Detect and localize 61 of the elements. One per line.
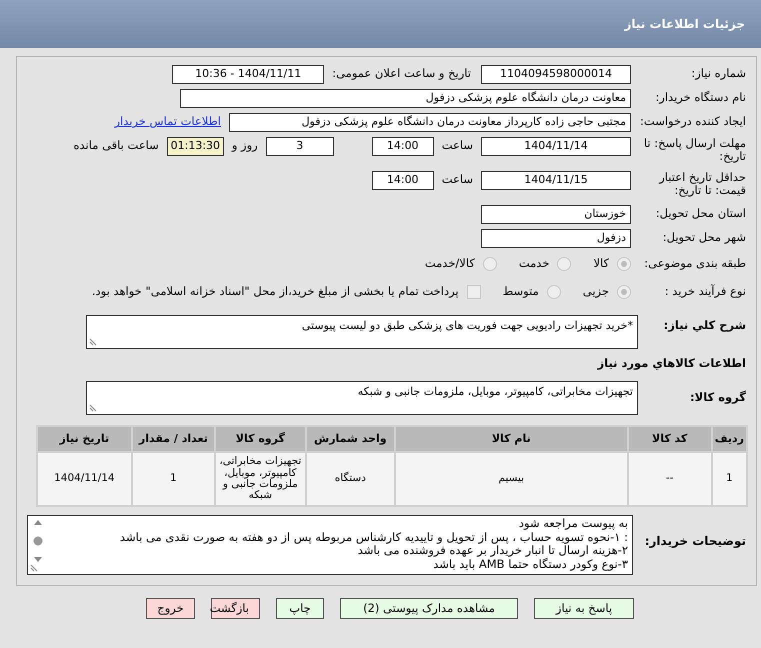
text-field[interactable]: دزفول [481, 228, 631, 248]
field-label: ساعت [442, 137, 473, 154]
time-field[interactable]: 14:00 [372, 171, 434, 190]
option-label: خدمت [518, 255, 550, 272]
field-label: ساعت باقی مانده [74, 137, 159, 154]
field-label: شرح کلي نياز: [662, 317, 746, 332]
notes-field[interactable]: به پیوست مراجعه شود : ۱-نحوه تسویه حساب ، پس از تحویل و تاییدیه کارشناس مربوطه پس از دو هفته به صورت نقدی می باشد ۲-هزینه ارسال تا انبار خریدار بر عهده فروشنده می باشد ۳-نوع وکودر دستگاه حتما AMB باید باشد [27, 515, 633, 575]
column-header: گروه کالا [216, 427, 305, 451]
table-cell: 1 [712, 453, 746, 505]
field-label: توضیحات خریدار: [644, 533, 746, 549]
column-header: ردیف [712, 427, 746, 451]
text-field[interactable]: 1404/11/11 - 10:36 [172, 64, 324, 84]
field-label: حداقل تاریخ اعتبار قیمت: تا تاریخ: [658, 171, 746, 198]
date-field[interactable]: 1404/11/15 [481, 171, 631, 190]
action-button[interactable]: مشاهده مدارک پیوستی (2) [340, 598, 518, 619]
field-label: نام دستگاه خریدار: [654, 91, 746, 105]
field-label: طبقه بندی موضوعی: [643, 257, 746, 271]
action-button[interactable]: خروج [146, 598, 195, 619]
column-header: کد کالا [628, 427, 711, 451]
column-header: تاریخ نیاز [38, 427, 131, 451]
field-label: شهر محل تحویل: [662, 231, 746, 245]
countdown-field[interactable]: 01:13:30 [166, 137, 224, 156]
field-label: شماره نیاز: [690, 67, 746, 81]
checkbox-label: پرداخت تمام یا بخشی از مبلغ خرید،از محل "اسناد خزانه اسلامی" خواهد بود. [92, 283, 459, 300]
page-title: جزئیات اطلاعات نیاز [624, 16, 745, 33]
date-field[interactable]: 1404/11/14 [481, 137, 631, 156]
action-button[interactable]: پاسخ به نیاز [534, 598, 634, 619]
text-field[interactable]: 1104094598000014 [481, 64, 631, 84]
table-cell: 1 [132, 453, 214, 505]
table-cell: 1404/11/14 [38, 453, 131, 505]
action-button[interactable]: چاپ [276, 598, 324, 619]
table-cell: بیسیم [396, 453, 627, 505]
option-label: کالا [593, 255, 609, 272]
option-label: جزیی [582, 283, 609, 300]
column-header: واحد شمارش [306, 427, 394, 451]
field-label: ایجاد کننده درخواست: [639, 115, 746, 129]
contact-link[interactable]: اطلاعات تماس خریدار [114, 113, 221, 131]
column-header: نام کالا [396, 427, 627, 451]
field-label: نوع فرآیند خرید : [664, 285, 746, 299]
field-label: تاریخ و ساعت اعلان عمومی: [332, 65, 471, 82]
table-cell: تجهیزات مخابراتی، کامپیوتر، موبایل، ملزومات جانبی و شبکه [216, 453, 305, 505]
option-label: کالا/خدمت [424, 255, 475, 272]
field-label: مهلت ارسال پاسخ: تا تاریخ: [642, 137, 746, 164]
table-cell: -- [628, 453, 711, 505]
field-label: گروه کالا: [689, 391, 746, 405]
field-label: روز و [232, 137, 258, 154]
text-field[interactable]: معاونت درمان دانشگاه علوم پزشکی دزفول [180, 88, 631, 108]
option-label: متوسط [502, 283, 539, 300]
description-field[interactable]: *خرید تجهیزات رادیویی جهت فوریت های پزشکی طبق دو لیست پیوستی [86, 315, 638, 349]
goods-group-text: تجهیزات مخابراتی، کامپیوتر، موبایل، ملزومات جانبی و شبکه [358, 385, 633, 398]
field-label: ساعت [442, 171, 473, 188]
text-field[interactable]: مجتبی حاجی زاده کارپرداز معاونت درمان دانشگاه علوم پزشکی دزفول [229, 112, 631, 132]
time-field[interactable]: 14:00 [372, 137, 434, 156]
column-header: تعداد / مقدار [132, 427, 214, 451]
section-heading: اطلاعات کالاهاي مورد نياز [598, 355, 746, 372]
goods-group-field[interactable]: تجهیزات مخابراتی، کامپیوتر، موبایل، ملزومات جانبی و شبکه [86, 381, 638, 415]
description-text: *خرید تجهیزات رادیویی جهت فوریت های پزشکی طبق دو لیست پیوستی [302, 319, 633, 332]
days-field[interactable]: 3 [266, 137, 334, 156]
table-cell: دستگاه [306, 453, 394, 505]
text-field[interactable]: خوزستان [481, 204, 631, 224]
field-label: استان محل تحویل: [654, 207, 746, 221]
